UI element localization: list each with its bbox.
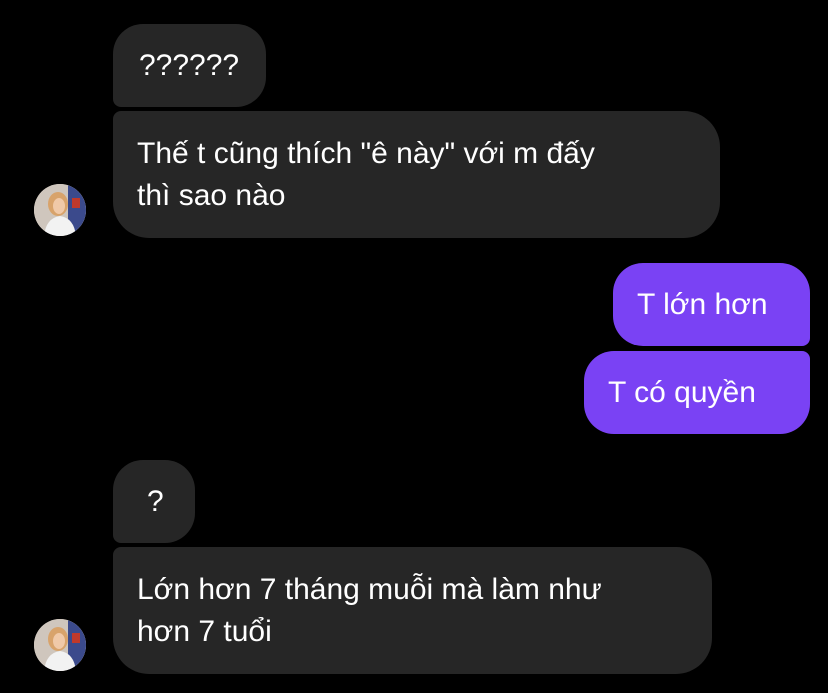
profile-photo-icon <box>34 184 86 236</box>
message-bubble-incoming[interactable]: Thế t cũng thích "ê này" với m đấy thì s… <box>113 111 720 238</box>
message-text: T có quyền <box>608 375 756 409</box>
profile-photo-icon <box>34 619 86 671</box>
message-bubble-incoming[interactable]: ?????? <box>113 24 266 107</box>
message-text: ? <box>147 484 164 518</box>
message-text: Thế t cũng thích "ê này" với m đấy thì s… <box>137 136 595 212</box>
contact-avatar[interactable] <box>34 184 86 236</box>
message-bubble-outgoing[interactable]: T có quyền <box>584 351 810 434</box>
contact-avatar[interactable] <box>34 619 86 671</box>
message-bubble-incoming[interactable]: Lớn hơn 7 tháng muỗi mà làm như hơn 7 tu… <box>113 547 712 674</box>
message-bubble-outgoing[interactable]: T lớn hơn <box>613 263 810 346</box>
message-text: T lớn hơn <box>637 287 768 321</box>
message-text: ?????? <box>139 48 240 82</box>
message-bubble-incoming[interactable]: ? <box>113 460 195 543</box>
message-text: Lớn hơn 7 tháng muỗi mà làm như hơn 7 tu… <box>137 572 602 648</box>
